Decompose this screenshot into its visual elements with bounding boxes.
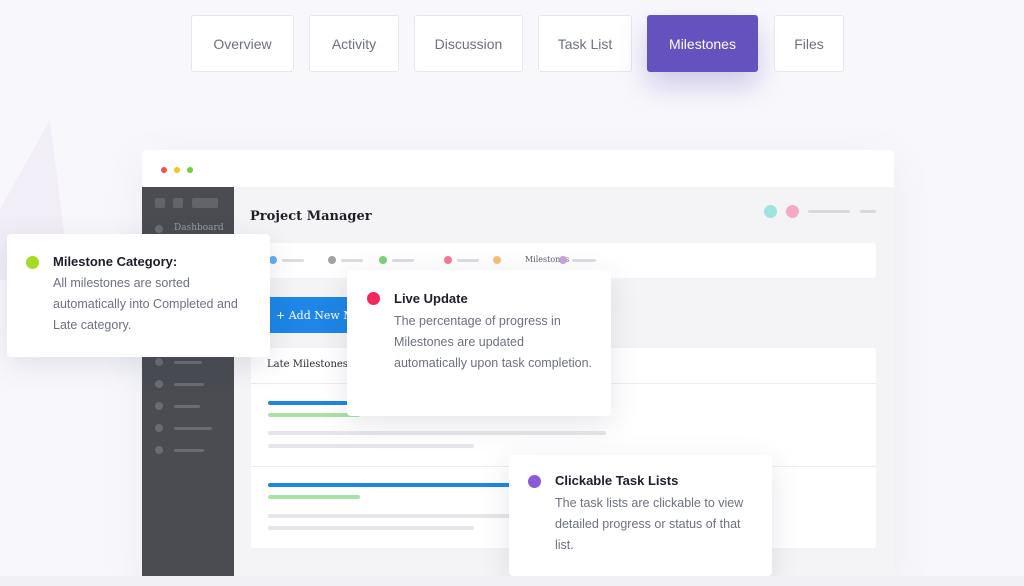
- sidebar-placeholder: [155, 198, 165, 208]
- sidebar-placeholder: [174, 405, 200, 408]
- callout-body: The task lists are clickable to view det…: [555, 496, 744, 552]
- filter-placeholder[interactable]: [457, 259, 479, 262]
- page-title: Project Manager: [250, 209, 372, 224]
- filter-dot-icon: [444, 256, 452, 264]
- callout-body: All milestones are sorted automatically …: [53, 276, 238, 332]
- callout-body: The percentage of progress in Milestones…: [394, 314, 593, 370]
- sidebar-item[interactable]: [155, 445, 225, 455]
- green-dot-icon: [26, 256, 39, 269]
- filter-placeholder[interactable]: [572, 259, 596, 262]
- dashboard-icon: [155, 225, 163, 233]
- tab-milestones[interactable]: Milestones: [647, 15, 758, 72]
- avatar[interactable]: [764, 205, 777, 218]
- filter-dot-icon: [559, 256, 567, 264]
- milestone-progress-bar[interactable]: [268, 483, 518, 487]
- live-update-callout: Live Update The percentage of progress i…: [347, 270, 611, 416]
- tab-overview[interactable]: Overview: [191, 15, 294, 72]
- text-placeholder: [268, 444, 474, 448]
- text-placeholder: [268, 514, 518, 518]
- menu-icon: [155, 424, 163, 432]
- filter-placeholder[interactable]: [282, 259, 304, 262]
- tab-files[interactable]: Files: [774, 15, 844, 72]
- menu-icon: [155, 446, 163, 454]
- filter-dot-icon: [269, 256, 277, 264]
- sidebar-item-dashboard[interactable]: Dashboard: [155, 223, 225, 234]
- tab-activity[interactable]: Activity: [309, 15, 399, 72]
- filter-dot-icon: [328, 256, 336, 264]
- sidebar-item-label: Dashboard: [174, 223, 224, 233]
- tab-bar: Overview Activity Discussion Task List M…: [0, 15, 1024, 73]
- callout-title: Milestone Category:: [53, 254, 178, 269]
- menu-icon: [155, 358, 163, 366]
- sidebar-placeholder: [173, 198, 183, 208]
- section-title: Late Milestones: [267, 359, 348, 370]
- milestone-category-callout: Milestone Category: All milestones are s…: [7, 234, 270, 357]
- window-minimize-dot: [174, 167, 180, 173]
- sidebar-item[interactable]: [155, 357, 225, 367]
- menu-icon: [155, 380, 163, 388]
- window-titlebar: [142, 150, 894, 187]
- clickable-task-lists-callout: Clickable Task Lists The task lists are …: [509, 455, 772, 576]
- sidebar-placeholder: [174, 361, 202, 364]
- window-maximize-dot: [187, 167, 193, 173]
- purple-dot-icon: [528, 475, 541, 488]
- red-dot-icon: [367, 292, 380, 305]
- sidebar-item[interactable]: [155, 423, 225, 433]
- filter-dot-icon: [493, 256, 501, 264]
- header-placeholder: [808, 210, 850, 213]
- sidebar-placeholder: [174, 383, 204, 386]
- page-bottom-band: [0, 576, 1024, 586]
- filter-placeholder[interactable]: [392, 259, 414, 262]
- filter-dot-icon: [379, 256, 387, 264]
- menu-icon: [155, 402, 163, 410]
- sidebar-item[interactable]: [155, 379, 225, 389]
- callout-title: Clickable Task Lists: [555, 473, 679, 488]
- sidebar-placeholder: [192, 198, 218, 208]
- avatar[interactable]: [786, 205, 799, 218]
- sidebar-placeholder: [174, 449, 204, 452]
- sidebar-placeholder: [174, 427, 212, 430]
- milestone-progress-bar[interactable]: [268, 413, 360, 417]
- filter-placeholder[interactable]: [341, 259, 363, 262]
- tab-discussion[interactable]: Discussion: [414, 15, 523, 72]
- callout-title: Live Update: [394, 291, 468, 306]
- sidebar-item[interactable]: [155, 401, 225, 411]
- tab-task-list[interactable]: Task List: [538, 15, 632, 72]
- window-close-dot: [161, 167, 167, 173]
- text-placeholder: [268, 431, 606, 435]
- header-placeholder: [860, 210, 876, 213]
- add-milestone-button[interactable]: + Add New Milestone: [268, 297, 348, 333]
- milestone-progress-bar[interactable]: [268, 495, 360, 499]
- text-placeholder: [268, 526, 474, 530]
